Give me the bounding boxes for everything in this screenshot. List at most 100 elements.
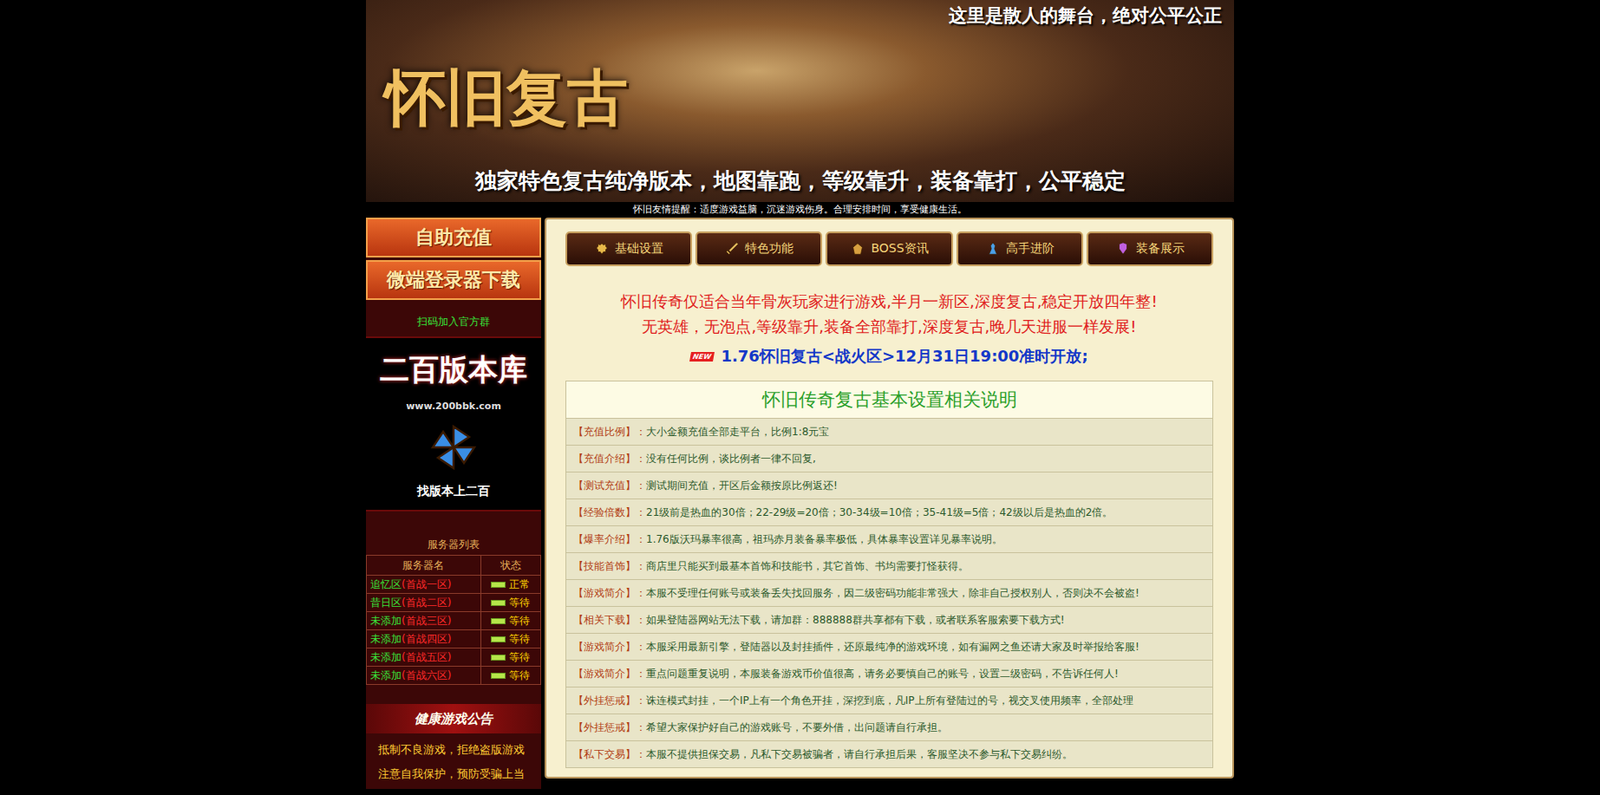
settings-row: 【游戏简介】：重点问题重复说明，本服装备游戏币价值很高，请务必要慎自己的账号，设… bbox=[566, 660, 1214, 688]
server-status-cell: 等待 bbox=[480, 666, 541, 686]
status-text: 等待 bbox=[509, 632, 530, 647]
nav-button[interactable]: BOSS资讯 bbox=[825, 231, 953, 267]
server-name: 未添加 bbox=[370, 669, 402, 682]
server-name-cell: 未添加(首战六区) bbox=[366, 666, 482, 686]
ad-url: www.200bbk.com bbox=[405, 400, 502, 412]
server-row[interactable]: 未添加(首战五区) 等待 bbox=[366, 648, 542, 667]
server-name: 未添加 bbox=[370, 651, 402, 664]
nav-button[interactable]: 高手进阶 bbox=[956, 231, 1084, 267]
ad-banner[interactable]: 二百版本库www.200bbk.com找版本上二百 bbox=[365, 336, 542, 512]
status-bar-icon bbox=[490, 636, 506, 643]
site-logo: 怀旧复古 bbox=[378, 64, 1222, 131]
server-header: 服务器名状态 bbox=[366, 555, 542, 576]
server-name: 未添加 bbox=[370, 614, 402, 627]
status-text: 等待 bbox=[509, 668, 530, 684]
intro-line: 无英雄，无泡点,等级靠升,装备全部靠打,深度复古,晚几天进服一样发展! bbox=[565, 313, 1214, 340]
server-zone: (首战六区) bbox=[401, 669, 451, 682]
server-status: 等待 bbox=[484, 613, 537, 629]
sidebar: 自助充值微端登录器下载扫码加入官方群二百版本库www.200bbk.com找版本… bbox=[365, 217, 542, 790]
settings-label: 【充值介绍】： bbox=[573, 452, 647, 465]
settings-row: 【游戏简介】：本服不受理任何账号或装备丢失找回服务，因二级密码功能非常强大，除非… bbox=[566, 580, 1214, 608]
settings-cell: 【私下交易】：本服不提供担保交易，凡私下交易被骗者，请自行承担后果，客服坚决不参… bbox=[566, 741, 1214, 769]
server-zone: (首战二区) bbox=[401, 596, 451, 609]
settings-row: 【爆率介绍】：1.76版沃玛暴率很高，祖玛赤月装备暴率极低，具体暴率设置详见暴率… bbox=[566, 526, 1214, 554]
server-zone: (首战四区) bbox=[401, 633, 451, 646]
settings-table: 怀旧传奇复古基本设置相关说明【充值比例】：大小金额充值全部走平台，比例1:8元宝… bbox=[565, 380, 1214, 769]
nav-button[interactable]: 特色功能 bbox=[695, 231, 823, 267]
status-text: 等待 bbox=[509, 595, 530, 611]
status-text: 等待 bbox=[509, 613, 530, 629]
settings-cell: 【爆率介绍】：1.76版沃玛暴率很高，祖玛赤月装备暴率极低，具体暴率设置详见暴率… bbox=[566, 526, 1214, 554]
settings-cell: 【游戏简介】：重点问题重复说明，本服装备游戏币价值很高，请务必要慎自己的账号，设… bbox=[566, 660, 1214, 688]
settings-cell: 【游戏简介】：本服采用最新引擎，登陆器以及封挂插件，还原最纯净的游戏环境，如有漏… bbox=[566, 633, 1214, 661]
server-name-cell: 追忆区(首战一区) bbox=[366, 575, 482, 595]
settings-text: 本服采用最新引擎，登陆器以及封挂插件，还原最纯净的游戏环境，如有漏网之鱼还请大家… bbox=[646, 640, 1140, 654]
server-status: 等待 bbox=[484, 595, 537, 611]
server-status: 等待 bbox=[484, 650, 537, 666]
server-status-cell: 等待 bbox=[480, 648, 541, 667]
server-list-title: 服务器列表 bbox=[365, 511, 542, 556]
banner-slogan: 这里是散人的舞台，绝对公平公正 bbox=[948, 3, 1222, 28]
server-row[interactable]: 未添加(首战四区) 等待 bbox=[366, 630, 542, 649]
settings-row: 【外挂惩戒】：希望大家保护好自己的游戏账号，不要外借，出问题请自行承担。 bbox=[566, 714, 1214, 742]
status-text: 正常 bbox=[509, 577, 530, 593]
settings-row: 【相关下载】：如果登陆器网站无法下载，请加群：888888群共享都有下载，或者联… bbox=[566, 607, 1214, 634]
gear-icon bbox=[594, 241, 610, 257]
settings-row: 【充值比例】：大小金额充值全部走平台，比例1:8元宝 bbox=[566, 418, 1214, 446]
warrior-icon bbox=[985, 241, 1001, 257]
settings-text: 21级前是热血的30倍；22-29级=20倍；30-34级=10倍；35-41级… bbox=[646, 506, 1113, 519]
settings-text: 希望大家保护好自己的游戏账号，不要外借，出问题请自行承担。 bbox=[646, 721, 948, 734]
server-row[interactable]: 未添加(首战三区) 等待 bbox=[366, 612, 542, 631]
settings-cell: 【测试充值】：测试期间充值，开区后金额按原比例返还! bbox=[566, 472, 1214, 500]
server-status-cell: 等待 bbox=[480, 612, 541, 631]
server-row[interactable]: 追忆区(首战一区) 正常 bbox=[366, 575, 542, 595]
announcement-text: 1.76怀旧复古<战火区>12月31日19:00准时开放; bbox=[720, 346, 1088, 367]
announcement: NEW 1.76怀旧复古<战火区>12月31日19:00准时开放; bbox=[565, 346, 1214, 367]
ad-caption: 找版本上二百 bbox=[417, 483, 490, 500]
nav-label: 基础设置 bbox=[614, 241, 664, 257]
settings-row: 【测试充值】：测试期间充值，开区后金额按原比例返还! bbox=[566, 472, 1214, 500]
column-header: 服务器名 bbox=[366, 555, 482, 576]
status-bar-icon bbox=[490, 581, 506, 588]
server-status: 等待 bbox=[484, 632, 537, 647]
status-bar-icon bbox=[490, 618, 506, 625]
notice-line: 注意自我保护，预防受骗上当 bbox=[365, 757, 542, 783]
sword-icon bbox=[724, 241, 740, 257]
boss-icon bbox=[849, 241, 866, 257]
server-status-cell: 正常 bbox=[480, 575, 541, 595]
settings-row: 【外挂惩戒】：诛连模式封挂，一个IP上有一个角色开挂，深挖到底，凡IP上所有登陆… bbox=[566, 687, 1214, 715]
settings-cell: 【游戏简介】：本服不受理任何账号或装备丢失找回服务，因二级密码功能非常强大，除非… bbox=[566, 580, 1214, 608]
status-bar-icon bbox=[490, 600, 506, 607]
pinwheel-icon bbox=[427, 421, 480, 474]
settings-text: 重点问题重复说明，本服装备游戏币价值很高，请务必要慎自己的账号，设置二级密码，不… bbox=[646, 667, 1119, 680]
server-name-cell: 未添加(首战四区) bbox=[366, 630, 482, 649]
main-area: 自助充值微端登录器下载扫码加入官方群二百版本库www.200bbk.com找版本… bbox=[365, 217, 1235, 790]
nav-label: BOSS资讯 bbox=[870, 241, 928, 257]
settings-cell: 【相关下载】：如果登陆器网站无法下载，请加群：888888群共享都有下载，或者联… bbox=[566, 607, 1214, 634]
settings-cell: 【技能首饰】：商店里只能买到最基本首饰和技能书，其它首饰、书均需要打怪获得。 bbox=[566, 553, 1214, 581]
nav-button[interactable]: 装备展示 bbox=[1086, 231, 1214, 267]
settings-label: 【爆率介绍】： bbox=[573, 533, 647, 546]
server-name-cell: 昔日区(首战二区) bbox=[366, 594, 482, 613]
banner: 这里是散人的舞台，绝对公平公正怀旧复古独家特色复古纯净版本，地图靠跑，等级靠升，… bbox=[365, 0, 1235, 203]
new-badge: NEW bbox=[689, 352, 715, 362]
nav-label: 特色功能 bbox=[744, 241, 794, 257]
settings-text: 本服不受理任何账号或装备丢失找回服务，因二级密码功能非常强大，除非自己授权别人，… bbox=[646, 587, 1140, 600]
server-name: 追忆区 bbox=[370, 578, 402, 591]
settings-text: 如果登陆器网站无法下载，请加群：888888群共享都有下载，或者联系客服索要下载… bbox=[646, 613, 1065, 627]
settings-cell: 【充值介绍】：没有任何比例，谈比例者一律不回复, bbox=[566, 445, 1214, 473]
status-text: 等待 bbox=[509, 650, 530, 666]
settings-cell: 【经验倍数】：21级前是热血的30倍；22-29级=20倍；30-34级=10倍… bbox=[566, 499, 1214, 527]
server-name: 未添加 bbox=[370, 633, 402, 646]
server-row[interactable]: 昔日区(首战二区) 等待 bbox=[366, 594, 542, 613]
status-bar-icon bbox=[490, 654, 506, 661]
sidebar-button[interactable]: 微端登录器下载 bbox=[365, 260, 542, 301]
settings-text: 诛连模式封挂，一个IP上有一个角色开挂，深挖到底，凡IP上所有登陆过的号，视交叉… bbox=[646, 694, 1134, 707]
server-zone: (首战三区) bbox=[401, 614, 451, 627]
server-row[interactable]: 未添加(首战六区) 等待 bbox=[366, 666, 542, 686]
nav-button[interactable]: 基础设置 bbox=[565, 231, 693, 267]
settings-text: 没有任何比例，谈比例者一律不回复, bbox=[646, 452, 817, 465]
status-bar-icon bbox=[490, 672, 506, 680]
sidebar-button[interactable]: 自助充值 bbox=[365, 217, 542, 258]
server-name-cell: 未添加(首战五区) bbox=[366, 648, 482, 667]
